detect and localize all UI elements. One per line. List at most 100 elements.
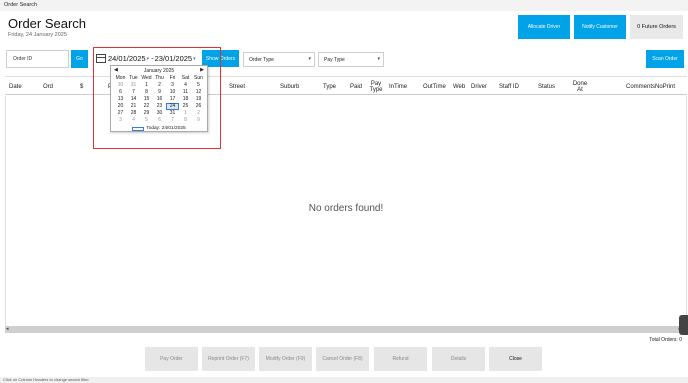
calendar-day[interactable]: 8: [140, 89, 153, 96]
order-id-input[interactable]: Order ID: [6, 50, 69, 68]
calendar-day[interactable]: 13: [114, 96, 127, 103]
calendar-day[interactable]: 4: [179, 82, 192, 89]
calendar-day[interactable]: 9: [153, 89, 166, 96]
go-button[interactable]: Go: [71, 50, 88, 68]
calendar-day[interactable]: 7: [127, 89, 140, 96]
today-swatch: [132, 126, 145, 131]
allocate-driver-button[interactable]: Allocate Driver: [518, 15, 570, 39]
calendar-day[interactable]: 30: [114, 82, 127, 89]
date-picker-calendar: ◀ January 2025 ▶ Mon Tue Wed Thu Fri Sat Sun 30…: [110, 65, 208, 132]
page-title: Order Search: [8, 16, 87, 31]
calendar-day[interactable]: 4: [127, 117, 140, 124]
calendar-day[interactable]: 2: [192, 110, 205, 117]
close-button[interactable]: Close: [489, 347, 542, 371]
calendar-day[interactable]: 11: [179, 89, 192, 96]
pay-order-button[interactable]: Pay Order: [145, 347, 198, 371]
col-web[interactable]: Web: [453, 77, 465, 96]
calendar-day[interactable]: 24: [166, 103, 179, 110]
calendar-day[interactable]: 29: [140, 110, 153, 117]
chevron-down-icon: ▾: [377, 56, 380, 62]
col-done-at[interactable]: Done At: [571, 77, 589, 96]
calendar-month-label: January 2025: [143, 67, 175, 74]
col-pay-type[interactable]: Pay Type: [369, 77, 383, 96]
calendar-day[interactable]: 31: [127, 82, 140, 89]
calendar-day[interactable]: 18: [179, 96, 192, 103]
col-paid[interactable]: Paid: [350, 77, 362, 96]
calendar-grid: Mon Tue Wed Thu Fri Sat Sun 30 31 1 2 3 4 5 6 7 8 9 10 11 12…: [114, 75, 207, 124]
calendar-day[interactable]: 1: [179, 110, 192, 117]
calendar-day[interactable]: 3: [114, 117, 127, 124]
col-comments[interactable]: Comments: [626, 77, 655, 96]
col-street[interactable]: Street: [229, 77, 245, 96]
calendar-day[interactable]: 1: [140, 82, 153, 89]
weekday-label: Sun: [194, 75, 203, 81]
col-suburb[interactable]: Suburb: [280, 77, 299, 96]
notify-customer-button[interactable]: Notify Customer: [574, 15, 626, 39]
calendar-day[interactable]: 10: [166, 89, 179, 96]
calendar-day[interactable]: 26: [192, 103, 205, 110]
weekday-label: Fri: [169, 75, 176, 81]
calendar-day[interactable]: 28: [127, 110, 140, 117]
col-date[interactable]: Date: [9, 77, 22, 96]
pay-type-select[interactable]: Pay Type ▾: [318, 52, 384, 67]
calendar-day[interactable]: 25: [179, 103, 192, 110]
total-orders: Total Orders: 0: [649, 337, 682, 343]
horizontal-scrollbar[interactable]: ◂ ▸: [5, 326, 682, 333]
calendar-day[interactable]: 8: [179, 117, 192, 124]
col-in-time[interactable]: InTime: [389, 77, 407, 96]
side-panel-tab[interactable]: [679, 315, 688, 335]
status-bar: Click on Column Headers to change search…: [0, 377, 688, 383]
col-out-time[interactable]: OutTime: [423, 77, 446, 96]
chevron-down-icon: ▾: [308, 56, 311, 62]
calendar-day[interactable]: 3: [166, 82, 179, 89]
weekday-label: Mon: [115, 75, 126, 81]
calendar-day[interactable]: 2: [153, 82, 166, 89]
scan-order-button[interactable]: Scan Order: [646, 50, 684, 68]
empty-message: No orders found!: [308, 203, 384, 214]
col-staff-id[interactable]: Staff ID: [499, 77, 519, 96]
calendar-day[interactable]: 21: [127, 103, 140, 110]
col-no-print[interactable]: NoPrint: [655, 77, 675, 96]
reprint-order-button[interactable]: Reprint Order (F7): [202, 347, 255, 371]
calendar-day[interactable]: 15: [140, 96, 153, 103]
calendar-day[interactable]: 31: [166, 110, 179, 117]
calendar-day[interactable]: 5: [192, 82, 205, 89]
calendar-day[interactable]: 14: [127, 96, 140, 103]
modify-order-button[interactable]: Modify Order (F9): [259, 347, 312, 371]
calendar-day[interactable]: 6: [153, 117, 166, 124]
calendar-day[interactable]: 19: [192, 96, 205, 103]
cancel-order-button[interactable]: Cancel Order (F8): [316, 347, 369, 371]
order-type-select[interactable]: Order Type ▾: [243, 52, 315, 67]
calendar-day[interactable]: 23: [153, 103, 166, 110]
calendar-day[interactable]: 12: [192, 89, 205, 96]
future-orders-button[interactable]: 0 Future Orders: [630, 15, 683, 39]
calendar-day[interactable]: 17: [166, 96, 179, 103]
calendar-day[interactable]: 22: [140, 103, 153, 110]
window-titlebar: Order Search: [0, 0, 688, 11]
calendar-day[interactable]: 7: [166, 117, 179, 124]
next-month-icon[interactable]: ▶: [200, 67, 204, 73]
col-type[interactable]: Type: [323, 77, 336, 96]
today-label: Today: 24/01/2025: [146, 126, 186, 131]
refund-button[interactable]: Refund: [374, 347, 427, 371]
prev-month-icon[interactable]: ◀: [114, 67, 118, 73]
order-type-label: Order Type: [249, 56, 274, 63]
weekday-label: Sat: [181, 75, 190, 81]
col-amount[interactable]: $: [80, 77, 83, 96]
calendar-day[interactable]: 30: [153, 110, 166, 117]
calendar-day[interactable]: 16: [153, 96, 166, 103]
details-button[interactable]: Details: [432, 347, 485, 371]
calendar-day[interactable]: 20: [114, 103, 127, 110]
col-ord[interactable]: Ord: [43, 77, 53, 96]
pay-type-label: Pay Type: [324, 56, 345, 63]
calendar-day[interactable]: 5: [140, 117, 153, 124]
calendar-day[interactable]: 27: [114, 110, 127, 117]
calendar-day[interactable]: 6: [114, 89, 127, 96]
col-driver[interactable]: Driver: [471, 77, 487, 96]
calendar-day[interactable]: 9: [192, 117, 205, 124]
col-status[interactable]: Status: [538, 77, 555, 96]
calendar-today-link[interactable]: Today: 24/01/2025: [111, 126, 207, 131]
weekday-label: Wed: [141, 75, 152, 81]
page-date: Friday, 24 January 2025: [8, 32, 67, 38]
scroll-left-icon[interactable]: ◂: [6, 326, 9, 333]
